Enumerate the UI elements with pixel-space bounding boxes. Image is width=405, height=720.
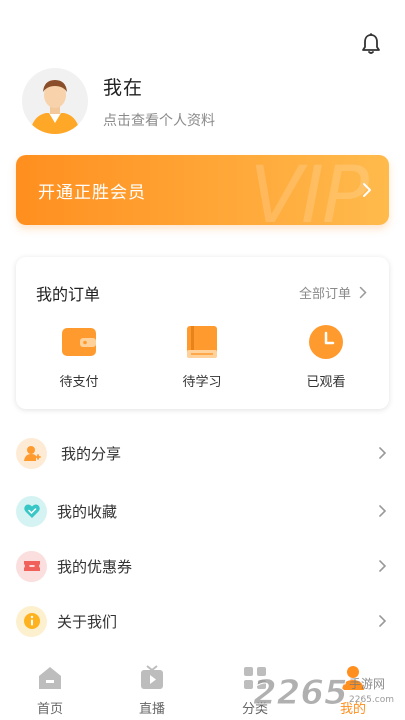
site-watermark-logo: 2265 手游网 2265.com xyxy=(253,673,395,714)
menu-item-about[interactable]: 关于我们 xyxy=(16,599,391,643)
tab-home[interactable]: 首页 xyxy=(15,664,85,717)
wallet-icon xyxy=(60,323,98,361)
menu-label-about: 关于我们 xyxy=(57,612,118,631)
orders-card: 我的订单 全部订单 待支付 待学习 已观看 xyxy=(16,257,389,409)
tab-live[interactable]: 直播 xyxy=(117,664,187,717)
chevron-right-icon xyxy=(363,183,371,197)
vip-label: 开通正胜会员 xyxy=(38,183,146,203)
profile-name: 我在 xyxy=(103,76,144,99)
profile-subtitle[interactable]: 点击查看个人资料 xyxy=(103,110,215,130)
share-user-icon xyxy=(16,437,47,469)
order-pending-payment[interactable]: 待支付 xyxy=(39,323,119,390)
home-icon xyxy=(36,664,64,692)
menu-label-share: 我的分享 xyxy=(61,444,122,463)
svg-text:2265.com: 2265.com xyxy=(349,695,394,705)
book-icon xyxy=(183,323,221,361)
coupon-icon xyxy=(16,550,47,582)
order-pending-study-label: 待学习 xyxy=(182,375,222,390)
menu-label-coupons: 我的优惠券 xyxy=(57,557,133,576)
all-orders-label: 全部订单 xyxy=(298,287,351,302)
avatar[interactable] xyxy=(22,68,88,134)
menu-item-coupons[interactable]: 我的优惠券 xyxy=(16,544,391,588)
menu-item-favorites[interactable]: 我的收藏 xyxy=(16,489,391,533)
menu-label-favorites: 我的收藏 xyxy=(57,502,118,521)
order-watched[interactable]: 已观看 xyxy=(286,323,366,390)
clock-icon xyxy=(307,323,345,361)
vip-banner[interactable]: VIP 开通正胜会员 xyxy=(16,155,389,225)
vip-watermark: VIP xyxy=(249,155,369,225)
info-icon xyxy=(16,605,47,637)
chevron-right-icon xyxy=(359,286,367,299)
menu-item-share[interactable]: 我的分享 xyxy=(16,431,391,475)
tab-live-label: 直播 xyxy=(138,702,165,717)
tab-home-label: 首页 xyxy=(36,702,63,717)
chevron-right-icon xyxy=(379,615,387,627)
chevron-right-icon xyxy=(379,560,387,572)
svg-text:手游网: 手游网 xyxy=(349,677,385,691)
profile-header[interactable]: 我在 点击查看个人资料 xyxy=(22,66,382,136)
heart-icon xyxy=(16,495,47,527)
chevron-right-icon xyxy=(379,447,387,459)
order-pending-payment-label: 待支付 xyxy=(59,375,99,390)
notification-bell-icon[interactable] xyxy=(359,32,383,56)
order-watched-label: 已观看 xyxy=(306,375,346,390)
svg-text:2265: 2265 xyxy=(253,673,348,713)
order-pending-study[interactable]: 待学习 xyxy=(162,323,242,390)
tv-icon xyxy=(138,664,166,692)
orders-title: 我的订单 xyxy=(36,285,101,304)
chevron-right-icon xyxy=(379,505,387,517)
all-orders-link[interactable]: 全部订单 xyxy=(299,283,367,302)
